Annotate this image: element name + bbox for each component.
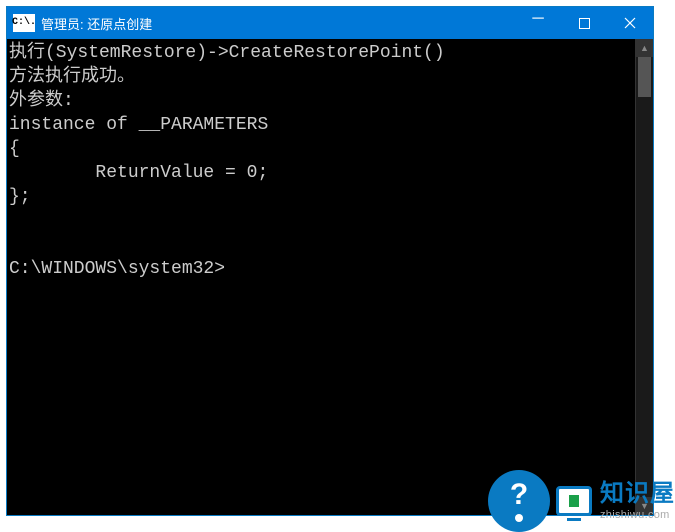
scroll-up-button[interactable]: ▲: [636, 39, 653, 57]
close-icon: [624, 17, 636, 29]
maximize-button[interactable]: [561, 7, 607, 39]
scroll-thumb[interactable]: [638, 57, 651, 97]
close-button[interactable]: [607, 7, 653, 39]
titlebar[interactable]: C:\. 管理员: 还原点创建 ─: [7, 7, 653, 39]
terminal-area: 执行(SystemRestore)->CreateRestorePoint() …: [7, 39, 653, 515]
watermark-url: zhishiwu.com: [600, 509, 675, 522]
scrollbar: ▲ ▼: [635, 39, 653, 515]
maximize-icon: [579, 18, 590, 29]
window-title: 管理员: 还原点创建: [41, 14, 152, 33]
watermark-text: 知识屋 zhishiwu.com: [600, 480, 675, 522]
minimize-button[interactable]: ─: [515, 7, 561, 39]
watermark-badge-icon: ?: [488, 470, 550, 532]
scroll-track[interactable]: [636, 57, 653, 497]
watermark: ? 知识屋 zhishiwu.com: [488, 470, 675, 532]
window-controls: ─: [515, 7, 653, 39]
console-window: C:\. 管理员: 还原点创建 ─ 执行(SystemRestore)->Cre…: [6, 6, 654, 516]
terminal-output[interactable]: 执行(SystemRestore)->CreateRestorePoint() …: [7, 39, 635, 515]
app-icon: C:\.: [13, 14, 35, 32]
watermark-title: 知识屋: [600, 480, 675, 509]
monitor-icon: [556, 486, 592, 516]
